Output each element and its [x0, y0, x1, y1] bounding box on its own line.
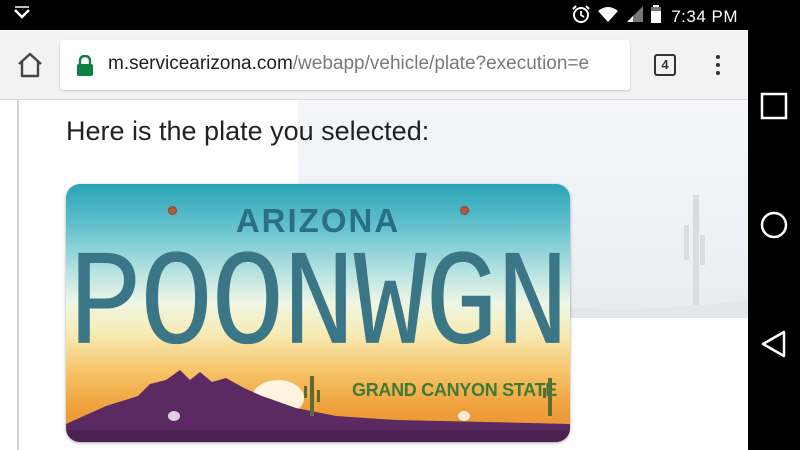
recents-square-icon[interactable] — [760, 92, 788, 120]
lock-icon — [76, 54, 94, 82]
signal-icon — [625, 5, 645, 28]
browser-window: m.servicearizona.com/webapp/vehicle/plat… — [0, 30, 748, 450]
wifi-icon — [597, 5, 619, 28]
license-plate-preview: ARIZONA POONWGN GRAND CANYON STATE — [66, 184, 570, 442]
url-text: m.servicearizona.com/webapp/vehicle/plat… — [108, 53, 589, 75]
overflow-menu-icon[interactable] — [708, 52, 728, 78]
browser-toolbar: m.servicearizona.com/webapp/vehicle/plat… — [0, 30, 748, 100]
alarm-icon — [571, 4, 591, 29]
home-icon[interactable] — [16, 52, 44, 78]
plate-slogan: GRAND CANYON STATE — [352, 380, 557, 400]
notification-chevron-icon — [12, 6, 32, 27]
address-bar[interactable]: m.servicearizona.com/webapp/vehicle/plat… — [60, 40, 630, 90]
left-border-rule — [17, 100, 19, 450]
home-circle-icon[interactable] — [760, 211, 788, 239]
page-heading: Here is the plate you selected: — [66, 116, 430, 146]
battery-icon — [651, 5, 662, 28]
plate-number: POONWGN — [68, 228, 569, 385]
back-triangle-icon[interactable] — [760, 330, 788, 358]
clock-time: 7:34 PM — [671, 6, 738, 26]
navigation-bar — [748, 0, 800, 450]
page-content: Here is the plate you selected: ARIZONA … — [0, 100, 748, 450]
status-bar: 7:34 PM — [0, 0, 748, 30]
url-path: /webapp/vehicle/plate?execution=e — [292, 53, 590, 74]
tab-switcher-button[interactable]: 4 — [654, 54, 676, 76]
url-domain: m.servicearizona.com — [108, 53, 293, 74]
